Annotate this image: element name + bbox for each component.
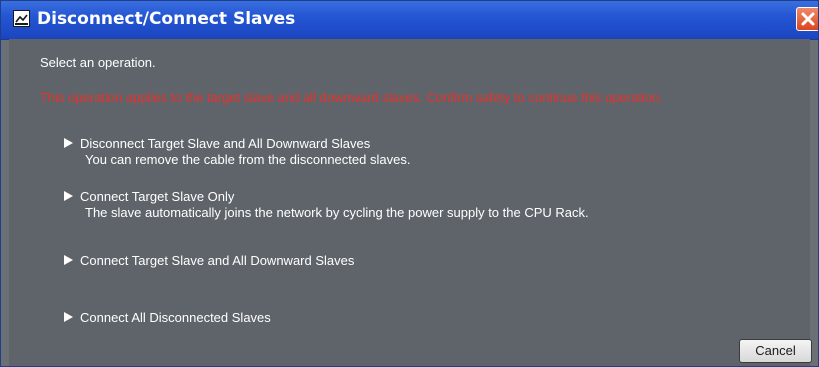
operation-description: The slave automatically joins the networ… <box>85 205 589 220</box>
operation-label[interactable]: Connect All Disconnected Slaves <box>80 310 271 325</box>
play-arrow-icon <box>64 312 73 322</box>
dialog-window: Disconnect/Connect Slaves Select an oper… <box>0 0 819 367</box>
play-arrow-icon <box>64 191 73 201</box>
play-arrow-icon <box>64 255 73 265</box>
play-arrow-icon <box>64 138 73 148</box>
window-title: Disconnect/Connect Slaves <box>37 9 296 29</box>
app-icon <box>13 10 30 27</box>
warning-text: This operation applies to the target sla… <box>40 90 663 105</box>
operation-label[interactable]: Disconnect Target Slave and All Downward… <box>80 136 370 151</box>
operation-label[interactable]: Connect Target Slave and All Downward Sl… <box>80 253 354 268</box>
operation-label[interactable]: Connect Target Slave Only <box>80 189 234 204</box>
operation-description: You can remove the cable from the discon… <box>85 152 411 167</box>
close-icon <box>801 12 815 26</box>
cancel-button[interactable]: Cancel <box>739 339 812 363</box>
prompt-text: Select an operation. <box>40 55 156 70</box>
close-button[interactable] <box>796 7 818 31</box>
title-bar: Disconnect/Connect Slaves <box>1 1 818 40</box>
